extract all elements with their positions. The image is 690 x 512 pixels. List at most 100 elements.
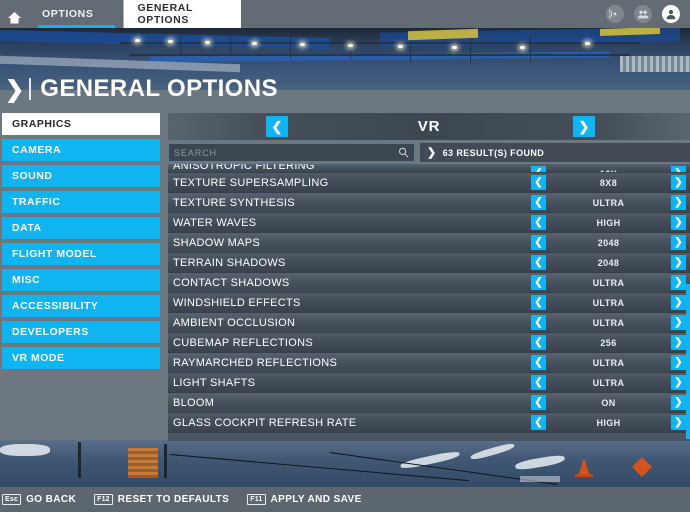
home-icon[interactable] <box>0 0 28 28</box>
setting-row: BLOOM ❮ ON ❯ <box>168 393 690 413</box>
footer-hint-bar: Esc GO BACK F12 RESET TO DEFAULTS F11 APPLY A… <box>0 487 690 512</box>
multiplayer-icon[interactable] <box>634 5 652 23</box>
search-box[interactable] <box>168 143 415 162</box>
setting-decrement-button[interactable]: ❮ <box>531 315 546 330</box>
sidebar-item-data[interactable]: DATA <box>2 217 160 239</box>
footer-hint-label: APPLY AND SAVE <box>270 494 362 505</box>
setting-row: ANISOTROPIC FILTERING ❮16X❯ <box>168 164 690 173</box>
ceiling-light <box>252 42 257 45</box>
setting-decrement-button[interactable]: ❮ <box>531 215 546 230</box>
next-category-button[interactable]: ❯ <box>573 116 595 137</box>
network-icon[interactable] <box>606 5 624 23</box>
setting-increment-button[interactable]: ❯ <box>671 215 686 230</box>
ceiling-light <box>398 45 403 48</box>
ceiling-light <box>348 44 353 47</box>
tab-general-options[interactable]: GENERAL OPTIONS <box>123 0 242 28</box>
setting-value: ULTRA <box>592 357 625 368</box>
hangar-truss <box>530 36 531 62</box>
results-count-label: 63 RESULT(S) FOUND <box>442 147 545 158</box>
hangar-truss <box>470 36 471 64</box>
settings-category-sidebar: GRAPHICS CAMERA SOUND TRAFFIC DATA FLIGHT MOD… <box>2 113 160 373</box>
setting-increment-button[interactable]: ❯ <box>671 375 686 390</box>
setting-control: ❮ ULTRA ❯ <box>531 295 686 310</box>
page-title: GENERAL OPTIONS <box>40 75 278 102</box>
setting-decrement-button[interactable]: ❮ <box>531 195 546 210</box>
setting-decrement-button[interactable]: ❮ <box>531 235 546 250</box>
sidebar-item-accessibility[interactable]: ACCESSIBILITY <box>2 295 160 317</box>
previous-category-button[interactable]: ❮ <box>266 116 288 137</box>
profile-avatar-icon[interactable] <box>662 5 680 23</box>
sidebar-item-flight-model[interactable]: FLIGHT MODEL <box>2 243 160 265</box>
setting-decrement-button[interactable]: ❮ <box>531 166 546 172</box>
setting-decrement-button[interactable]: ❮ <box>531 415 546 430</box>
setting-label: AMBIENT OCCLUSION <box>173 316 296 329</box>
results-chevron-icon: ❯ <box>427 147 437 159</box>
sidebar-item-label: TRAFFIC <box>12 196 61 208</box>
setting-label: ANISOTROPIC FILTERING <box>173 164 315 172</box>
setting-decrement-button[interactable]: ❮ <box>531 335 546 350</box>
setting-value: ULTRA <box>592 197 625 208</box>
setting-increment-button[interactable]: ❯ <box>671 195 686 210</box>
search-input[interactable] <box>174 147 398 158</box>
sidebar-item-vr-mode[interactable]: VR MODE <box>2 347 160 369</box>
setting-label: CONTACT SHADOWS <box>173 276 290 289</box>
snow-patch <box>0 444 50 456</box>
search-row: ❯ 63 RESULT(S) FOUND <box>168 143 690 162</box>
hangar-truss <box>180 32 181 56</box>
setting-control: ❮ 2048 ❯ <box>531 255 686 270</box>
setting-control: ❮ ULTRA ❯ <box>531 275 686 290</box>
setting-row: WINDSHIELD EFFECTS ❮ ULTRA ❯ <box>168 293 690 313</box>
setting-increment-button[interactable]: ❯ <box>671 295 686 310</box>
setting-increment-button[interactable]: ❯ <box>671 175 686 190</box>
setting-label: SHADOW MAPS <box>173 236 261 249</box>
ceiling-light <box>135 39 140 42</box>
setting-increment-button[interactable]: ❯ <box>671 335 686 350</box>
tab-options[interactable]: OPTIONS <box>28 0 116 28</box>
sidebar-item-label: VR MODE <box>12 352 65 364</box>
sidebar-item-label: DATA <box>12 222 42 234</box>
setting-value: HIGH <box>596 417 621 428</box>
setting-increment-button[interactable]: ❯ <box>671 166 686 172</box>
sidebar-item-sound[interactable]: SOUND <box>2 165 160 187</box>
setting-increment-button[interactable]: ❯ <box>671 235 686 250</box>
setting-decrement-button[interactable]: ❮ <box>531 375 546 390</box>
ceiling-light <box>205 41 210 44</box>
setting-increment-button[interactable]: ❯ <box>671 275 686 290</box>
setting-increment-button[interactable]: ❯ <box>671 255 686 270</box>
setting-decrement-button[interactable]: ❮ <box>531 175 546 190</box>
footer-hint[interactable]: F12 RESET TO DEFAULTS <box>94 494 229 505</box>
setting-decrement-button[interactable]: ❮ <box>531 275 546 290</box>
setting-control: ❮ 256 ❯ <box>531 335 686 350</box>
sidebar-item-label: FLIGHT MODEL <box>12 248 97 260</box>
setting-value: ULTRA <box>592 317 625 328</box>
footer-hint[interactable]: Esc GO BACK <box>2 494 76 505</box>
setting-label: TEXTURE SUPERSAMPLING <box>173 176 329 189</box>
setting-decrement-button[interactable]: ❮ <box>531 395 546 410</box>
sidebar-item-graphics[interactable]: GRAPHICS <box>2 113 160 135</box>
setting-control: ❮ ULTRA ❯ <box>531 315 686 330</box>
setting-control: ❮ ULTRA ❯ <box>531 355 686 370</box>
setting-decrement-button[interactable]: ❮ <box>531 295 546 310</box>
setting-increment-button[interactable]: ❯ <box>671 415 686 430</box>
setting-label: GLASS COCKPIT REFRESH RATE <box>173 416 357 429</box>
setting-increment-button[interactable]: ❯ <box>671 395 686 410</box>
tab-options-label: OPTIONS <box>42 8 94 20</box>
setting-control: ❮ 2048 ❯ <box>531 235 686 250</box>
setting-row: AMBIENT OCCLUSION ❮ ULTRA ❯ <box>168 313 690 333</box>
setting-label: CUBEMAP REFLECTIONS <box>173 336 313 349</box>
sidebar-item-camera[interactable]: CAMERA <box>2 139 160 161</box>
setting-row: CUBEMAP REFLECTIONS ❮ 256 ❯ <box>168 333 690 353</box>
setting-decrement-button[interactable]: ❮ <box>531 255 546 270</box>
setting-value: 2048 <box>597 257 620 268</box>
setting-decrement-button[interactable]: ❮ <box>531 355 546 370</box>
hangar-truss <box>120 42 640 44</box>
setting-increment-button[interactable]: ❯ <box>671 315 686 330</box>
setting-label: BLOOM <box>173 396 215 409</box>
sidebar-item-developers[interactable]: DEVELOPERS <box>2 321 160 343</box>
settings-scrollbar[interactable] <box>686 284 690 439</box>
sidebar-item-traffic[interactable]: TRAFFIC <box>2 191 160 213</box>
settings-panel: ❮ VR ❯ ❯ 63 RESULT(S) FOUND ANISOTROPIC … <box>168 113 690 441</box>
footer-hint[interactable]: F11 APPLY AND SAVE <box>247 494 361 505</box>
setting-increment-button[interactable]: ❯ <box>671 355 686 370</box>
sidebar-item-misc[interactable]: MISC <box>2 269 160 291</box>
